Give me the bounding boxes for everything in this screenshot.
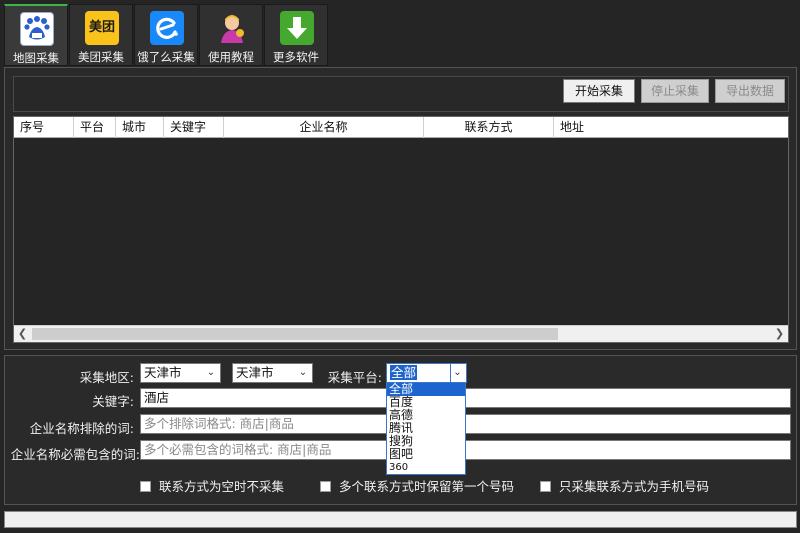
map-collect-button[interactable]: 地图采集 <box>4 4 68 66</box>
chevron-down-icon: ⌄ <box>298 367 308 378</box>
scroll-right-icon[interactable]: ❯ <box>771 326 788 342</box>
platform-dropdown-list[interactable]: 全部 百度 高德 腾讯 搜狗 图吧 360 <box>386 382 466 475</box>
baidu-map-icon <box>20 12 54 46</box>
checkbox-skip-empty-contact[interactable]: 联系方式为空时不采集 <box>140 480 284 494</box>
column-header-address[interactable]: 地址 <box>554 117 788 138</box>
checkbox-keep-first-number[interactable]: 多个联系方式时保留第一个号码 <box>320 480 514 494</box>
meituan-collect-button[interactable]: 美团 美团采集 <box>69 4 133 66</box>
progress-bar <box>4 511 797 528</box>
column-header-index[interactable]: 序号 <box>14 117 74 138</box>
scrollbar-thumb[interactable] <box>32 328 558 340</box>
start-collect-button[interactable]: 开始采集 <box>563 79 635 103</box>
more-software-button[interactable]: 更多软件 <box>264 4 328 66</box>
column-header-platform[interactable]: 平台 <box>74 117 116 138</box>
city-select[interactable]: 天津市 ⌄ <box>232 363 313 383</box>
platform-select[interactable]: 全部 ⌄ <box>386 363 467 383</box>
exclude-words-label: 企业名称排除的词: <box>29 421 134 436</box>
column-header-keyword[interactable]: 关键字 <box>164 117 224 138</box>
chevron-down-icon: ⌄ <box>450 364 464 382</box>
dropdown-option-tuba[interactable]: 图吧 <box>387 448 465 461</box>
export-data-button[interactable]: 导出数据 <box>715 79 785 103</box>
column-header-contact[interactable]: 联系方式 <box>424 117 554 138</box>
keyword-label: 关键字: <box>92 394 134 409</box>
more-software-label: 更多软件 <box>273 50 319 64</box>
checkbox-icon[interactable] <box>320 481 331 492</box>
province-select[interactable]: 天津市 ⌄ <box>140 363 221 383</box>
chevron-down-icon: ⌄ <box>206 367 216 378</box>
checkbox-label: 只采集联系方式为手机号码 <box>559 479 710 494</box>
map-collect-label: 地图采集 <box>13 51 59 65</box>
meituan-collect-label: 美团采集 <box>78 50 124 64</box>
table-header: 序号 平台 城市 关键字 企业名称 联系方式 地址 <box>14 117 788 138</box>
meituan-icon: 美团 <box>85 11 119 45</box>
checkbox-mobile-only[interactable]: 只采集联系方式为手机号码 <box>540 480 709 494</box>
eleme-collect-button[interactable]: 饿了么采集 <box>134 4 198 66</box>
platform-label: 采集平台: <box>327 370 382 385</box>
stop-collect-button[interactable]: 停止采集 <box>641 79 709 103</box>
results-panel: 开始采集 停止采集 导出数据 序号 平台 城市 关键字 企业名称 联系方式 地址… <box>4 67 797 350</box>
eleme-icon <box>150 11 184 45</box>
tutorial-icon <box>215 11 249 45</box>
checkbox-label: 多个联系方式时保留第一个号码 <box>339 479 515 494</box>
eleme-collect-label: 饿了么采集 <box>137 50 195 64</box>
tutorial-button[interactable]: 使用教程 <box>199 4 263 66</box>
include-words-label: 企业名称必需包含的词: <box>10 447 140 462</box>
results-table[interactable]: 序号 平台 城市 关键字 企业名称 联系方式 地址 ❮ ❯ <box>13 116 789 343</box>
dropdown-option-360[interactable]: 360 <box>387 461 465 474</box>
tutorial-label: 使用教程 <box>208 50 254 64</box>
checkbox-icon[interactable] <box>540 481 551 492</box>
toolbar: 地图采集 美团 美团采集 饿了么采集 使用教程 更多软件 <box>0 0 800 66</box>
horizontal-scrollbar[interactable]: ❮ ❯ <box>14 325 788 342</box>
province-value: 天津市 <box>144 365 182 380</box>
platform-value: 全部 <box>390 365 418 380</box>
scroll-left-icon[interactable]: ❮ <box>14 326 31 342</box>
checkbox-label: 联系方式为空时不采集 <box>159 479 285 494</box>
column-header-company-name[interactable]: 企业名称 <box>224 117 424 138</box>
column-header-city[interactable]: 城市 <box>116 117 164 138</box>
city-value: 天津市 <box>236 365 274 380</box>
region-label: 采集地区: <box>79 370 134 385</box>
download-icon <box>280 11 314 45</box>
checkbox-icon[interactable] <box>140 481 151 492</box>
